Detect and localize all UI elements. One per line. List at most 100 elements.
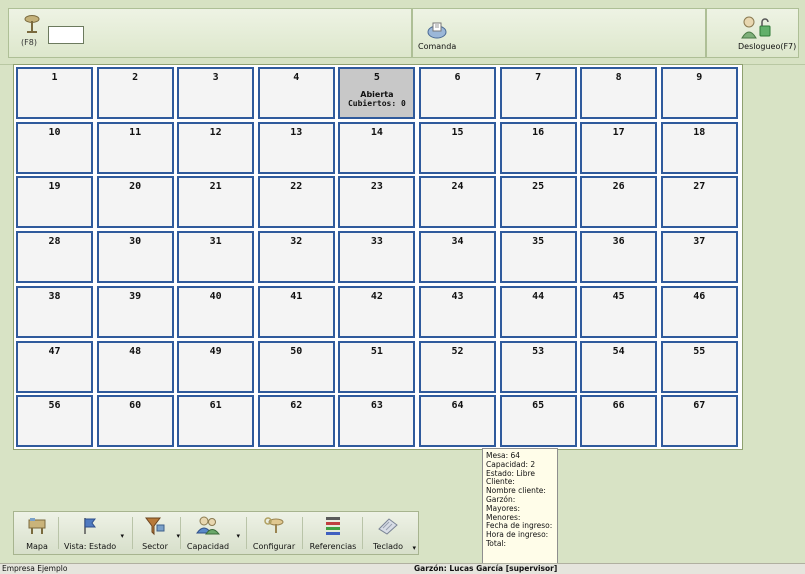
status-bar: Empresa Ejemplo Garzón: Lucas García [su…	[0, 563, 805, 574]
command-icon[interactable]	[427, 20, 447, 40]
table-cell[interactable]: 56	[16, 395, 93, 448]
table-cell[interactable]: 44	[499, 285, 577, 338]
table-cell[interactable]: 35	[499, 231, 577, 284]
toolbar-overflow-icon[interactable]: ▾	[412, 544, 416, 552]
table-cell[interactable]: 10	[16, 121, 93, 174]
table-cell[interactable]: 17	[580, 121, 658, 174]
configure-button[interactable]: Configurar	[252, 512, 296, 554]
chevron-down-icon[interactable]: ▾	[120, 532, 124, 540]
table-cell[interactable]: 50	[257, 340, 335, 393]
table-cell[interactable]: 23	[338, 176, 416, 229]
sector-button[interactable]: Sector ▾	[138, 512, 180, 554]
table-cell[interactable]: 25	[499, 176, 577, 229]
keyboard-label: Teclado	[373, 542, 403, 551]
table-cell[interactable]: 41	[257, 285, 335, 338]
table-cell[interactable]: 21	[177, 176, 255, 229]
table-number: 51	[370, 345, 383, 357]
table-cell[interactable]: 46	[660, 285, 738, 338]
table-cell[interactable]: 15	[419, 121, 496, 174]
table-cell[interactable]: 31	[177, 231, 255, 284]
table-cell[interactable]: 24	[419, 176, 496, 229]
table-cell[interactable]: 27	[660, 176, 738, 229]
view-state-button[interactable]: Vista: Estado ▾	[64, 512, 124, 554]
shortcut-label: (F8)	[21, 38, 37, 47]
table-cell[interactable]: 22	[257, 176, 335, 229]
capacity-button[interactable]: Capacidad ▾	[184, 512, 240, 554]
table-cell[interactable]: 2	[96, 67, 174, 119]
table-cell[interactable]: 19	[16, 176, 93, 229]
table-number: 14	[370, 126, 383, 138]
table-cell[interactable]: 38	[16, 285, 93, 338]
chevron-down-icon[interactable]: ▾	[236, 532, 240, 540]
table-cell[interactable]: 42	[338, 285, 416, 338]
references-button[interactable]: Referencias	[308, 512, 358, 554]
logout-button-label[interactable]: Deslogueo(F7)	[738, 42, 796, 51]
table-cell[interactable]: 51	[338, 340, 416, 393]
table-cell[interactable]: 5 Abierta Cubiertos: 0	[338, 67, 416, 119]
table-cell[interactable]: 43	[419, 285, 496, 338]
table-cell[interactable]: 3	[177, 67, 255, 119]
table-cell[interactable]: 62	[257, 395, 335, 448]
table-cell[interactable]: 48	[96, 340, 174, 393]
table-number: 33	[370, 236, 383, 248]
table-number: 13	[290, 126, 303, 138]
table-cell[interactable]: 55	[660, 340, 738, 393]
table-cell[interactable]: 60	[96, 395, 174, 448]
table-cell[interactable]: 32	[257, 231, 335, 284]
toolbar-separator	[58, 517, 59, 549]
table-number: 63	[370, 400, 383, 412]
table-cell[interactable]: 18	[660, 121, 738, 174]
table-cell[interactable]: 66	[580, 395, 658, 448]
table-number: 24	[451, 181, 464, 193]
logout-icon[interactable]	[740, 14, 772, 40]
map-label: Mapa	[26, 542, 48, 551]
table-cell[interactable]: 39	[96, 285, 174, 338]
table-cell[interactable]: 11	[96, 121, 174, 174]
table-number: 20	[129, 181, 142, 193]
table-cell[interactable]: 36	[580, 231, 658, 284]
table-cell[interactable]: 30	[96, 231, 174, 284]
table-cell[interactable]: 45	[580, 285, 658, 338]
table-number: 32	[290, 236, 303, 248]
table-cell[interactable]: 65	[499, 395, 577, 448]
table-number: 53	[532, 345, 545, 357]
table-cell[interactable]: 47	[16, 340, 93, 393]
table-number: 16	[532, 126, 545, 138]
table-cell[interactable]: 12	[177, 121, 255, 174]
table-cell[interactable]: 49	[177, 340, 255, 393]
table-cell[interactable]: 8	[580, 67, 658, 119]
map-button[interactable]: Mapa	[22, 512, 52, 554]
table-cell[interactable]: 40	[177, 285, 255, 338]
table-cell[interactable]: 33	[338, 231, 416, 284]
table-cell[interactable]: 37	[660, 231, 738, 284]
command-button-label[interactable]: Comanda	[418, 42, 456, 51]
table-cell[interactable]: 14	[338, 121, 416, 174]
table-cell[interactable]: 9	[660, 67, 738, 119]
table-cell[interactable]: 13	[257, 121, 335, 174]
table-cell[interactable]: 28	[16, 231, 93, 284]
table-cell[interactable]: 34	[419, 231, 496, 284]
table-cell[interactable]: 1	[16, 67, 93, 119]
table-cell[interactable]: 53	[499, 340, 577, 393]
table-cell[interactable]: 63	[338, 395, 416, 448]
sector-label: Sector	[142, 542, 168, 551]
table-number: 26	[612, 181, 625, 193]
table-cell[interactable]: 7	[499, 67, 577, 119]
table-cell[interactable]: 20	[96, 176, 174, 229]
table-cell[interactable]: 26	[580, 176, 658, 229]
table-number-input[interactable]	[48, 26, 84, 44]
table-cell[interactable]: 67	[660, 395, 738, 448]
table-cell[interactable]: 61	[177, 395, 255, 448]
table-cell[interactable]: 4	[257, 67, 335, 119]
table-cell[interactable]: 64	[419, 395, 496, 448]
table-icon[interactable]	[23, 14, 41, 36]
keyboard-button[interactable]: Teclado	[368, 512, 408, 554]
funnel-icon	[145, 517, 165, 536]
table-cell[interactable]: 6	[419, 67, 496, 119]
table-cell[interactable]: 16	[499, 121, 577, 174]
table-cell[interactable]: 54	[580, 340, 658, 393]
table-number: 22	[290, 181, 303, 193]
references-icon	[326, 517, 340, 535]
table-cell[interactable]: 52	[419, 340, 496, 393]
table-number: 40	[209, 290, 222, 302]
